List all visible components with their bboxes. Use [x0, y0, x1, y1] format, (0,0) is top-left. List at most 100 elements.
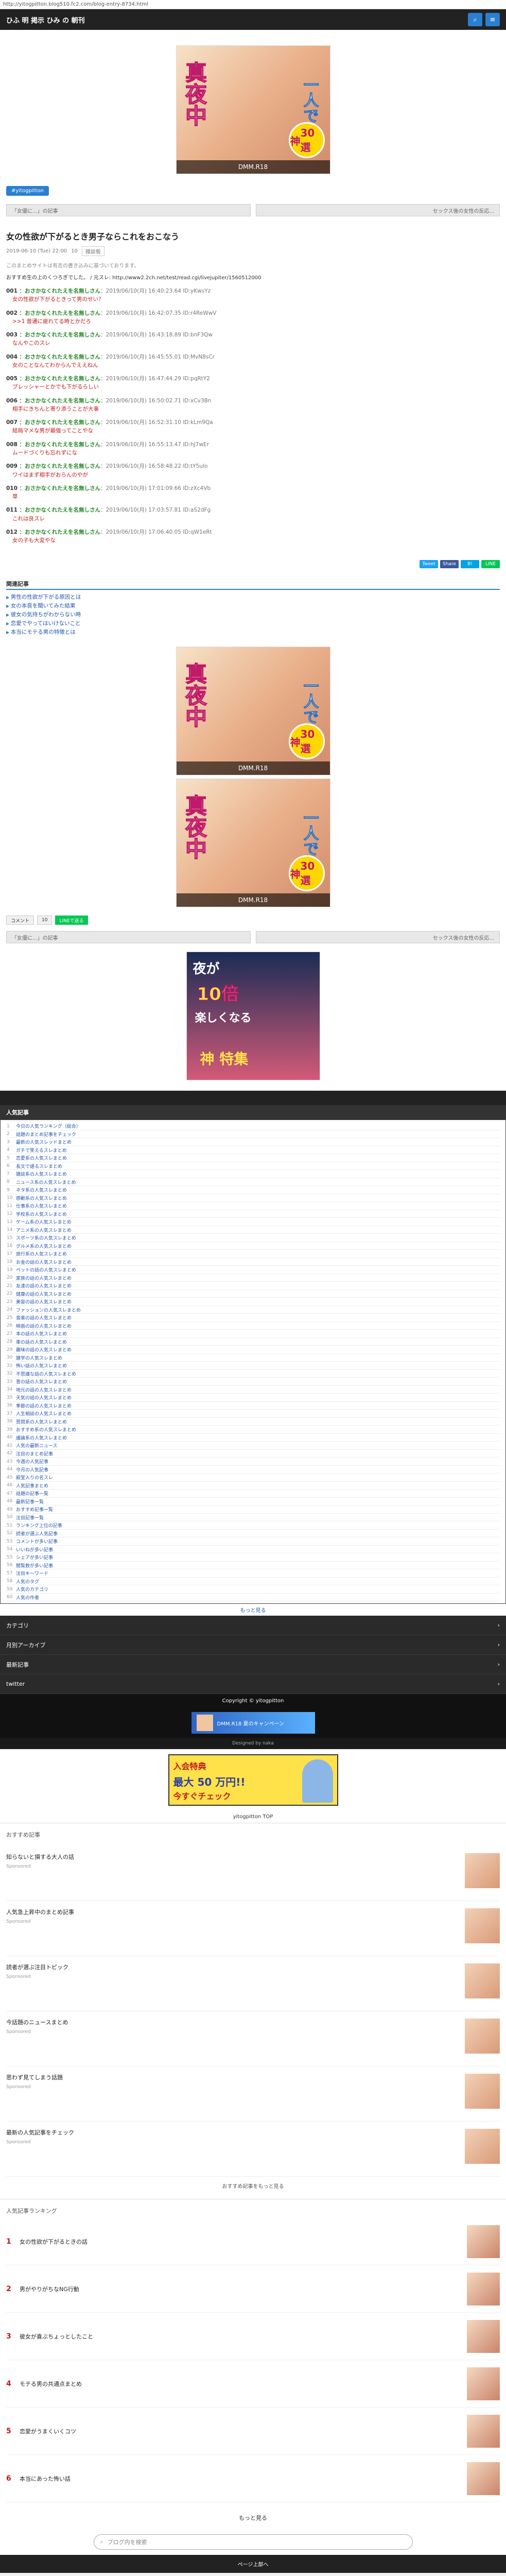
- related-link[interactable]: 女の本音を聞いてみた結果: [6, 602, 500, 611]
- popular-row[interactable]: 19 ペットの話の人気スレまとめ: [7, 1266, 499, 1274]
- popular-row[interactable]: 35 天気の話の人気スレまとめ: [7, 1394, 499, 1402]
- share-button[interactable]: B!: [461, 560, 479, 569]
- popular-row[interactable]: 22 健康の話の人気スレまとめ: [7, 1290, 499, 1298]
- popular-row[interactable]: 26 映画の話の人気スレまとめ: [7, 1322, 499, 1330]
- popular-row[interactable]: 54 いいねが多い記事: [7, 1546, 499, 1554]
- popular-row[interactable]: 10 感動系の人気スレまとめ: [7, 1194, 499, 1202]
- popular-row[interactable]: 38 質問系の人気スレまとめ: [7, 1418, 499, 1426]
- popular-row[interactable]: 1 今日の人気ランキング（総合）: [7, 1122, 499, 1130]
- share-button[interactable]: Share: [440, 560, 459, 569]
- popular-row[interactable]: 32 不思議な話の人気スレまとめ: [7, 1370, 499, 1378]
- popular-row[interactable]: 5 恋愛系の人気スレまとめ: [7, 1154, 499, 1162]
- ranking-item[interactable]: 2 男がやりがちなNG行動: [6, 2265, 500, 2313]
- side-menu-item[interactable]: 最新記事 ›: [0, 1655, 506, 1675]
- popular-row[interactable]: 53 コメントが多い記事: [7, 1537, 499, 1546]
- comment-button[interactable]: コメント: [6, 916, 34, 925]
- ranking-item[interactable]: 3 彼女が喜ぶちょっとしたこと: [6, 2313, 500, 2361]
- search-icon[interactable]: ⌕: [468, 13, 482, 26]
- recommend-item[interactable]: 今話題のニュースまとめ Sponsored: [6, 2011, 500, 2067]
- more-button[interactable]: もっと見る: [0, 2506, 506, 2530]
- popular-row[interactable]: 24 ファッションの人気スレまとめ: [7, 1306, 499, 1314]
- browser-url[interactable]: http://yitogpitton.blog510.fc2.com/blog-…: [0, 0, 506, 9]
- popular-row[interactable]: 20 家族の話の人気スレまとめ: [7, 1274, 499, 1282]
- popular-row[interactable]: 4 ガチで笑えるスレまとめ: [7, 1146, 499, 1155]
- popular-row[interactable]: 43 今週の人気記事: [7, 1458, 499, 1466]
- popular-row[interactable]: 45 殿堂入りの名スレ: [7, 1473, 499, 1482]
- popular-row[interactable]: 48 最新記事一覧: [7, 1498, 499, 1506]
- next-article-link-2[interactable]: セックス後の女性の反応...: [255, 931, 500, 944]
- popular-row[interactable]: 21 友達の話の人気スレまとめ: [7, 1282, 499, 1290]
- site-name[interactable]: ひふ 明 掲示 ひみ の 朝刊: [6, 15, 85, 25]
- search-input[interactable]: ⌕ ブログ内を検索: [93, 2534, 413, 2550]
- popular-row[interactable]: 39 おすすめ系の人気スレまとめ: [7, 1426, 499, 1434]
- popular-row[interactable]: 14 アニメ系の人気スレまとめ: [7, 1226, 499, 1234]
- popular-row[interactable]: 2 話題のまとめ記事をチェック: [7, 1130, 499, 1139]
- popular-row[interactable]: 6 長文で語るスレまとめ: [7, 1162, 499, 1171]
- popular-more-link[interactable]: もっと見る: [0, 1604, 506, 1616]
- popular-row[interactable]: 8 ニュース系の人気スレまとめ: [7, 1178, 499, 1187]
- popular-row[interactable]: 40 議論系の人気スレまとめ: [7, 1434, 499, 1442]
- popular-row[interactable]: 59 人気のカテゴリ: [7, 1585, 499, 1594]
- popular-row[interactable]: 52 読者が選ぶ人気記事: [7, 1530, 499, 1538]
- popular-row[interactable]: 9 ネタ系の人気スレまとめ: [7, 1186, 499, 1194]
- popular-row[interactable]: 37 人生相談の人気スレまとめ: [7, 1410, 499, 1418]
- ad-poster-2[interactable]: 真夜中 一人で 神 30選 DMM.R18: [176, 647, 330, 776]
- popular-row[interactable]: 12 学校系の人気スレまとめ: [7, 1210, 499, 1218]
- popular-row[interactable]: 51 ランキング上位の記事: [7, 1521, 499, 1530]
- next-article-link[interactable]: セックス後の女性の反応...: [255, 204, 500, 216]
- recommend-more[interactable]: おすすめ記事をもっと見る: [6, 2177, 500, 2195]
- popular-row[interactable]: 17 旅行系の人気スレまとめ: [7, 1250, 499, 1258]
- popular-row[interactable]: 44 今月の人気記事: [7, 1466, 499, 1474]
- popular-row[interactable]: 31 怖い話の人気スレまとめ: [7, 1362, 499, 1370]
- ad-poster-3[interactable]: 真夜中 一人で 神 30選 DMM.R18: [176, 778, 330, 908]
- popular-row[interactable]: 42 注目のまとめ記事: [7, 1450, 499, 1458]
- side-menu-item[interactable]: カテゴリ ›: [0, 1616, 506, 1636]
- recommend-item[interactable]: 人気急上昇中のまとめ記事 Sponsored: [6, 1901, 500, 1957]
- related-link[interactable]: 恋愛でやってはいけないこと: [6, 619, 500, 628]
- comment-count[interactable]: 10: [71, 248, 78, 254]
- popular-row[interactable]: 50 注目記事一覧: [7, 1514, 499, 1522]
- popular-row[interactable]: 55 シェアが多い記事: [7, 1553, 499, 1562]
- popular-row[interactable]: 58 人気のタグ: [7, 1578, 499, 1586]
- ad-poster-special[interactable]: 夜が 10倍 楽しくなる 神 特集: [186, 952, 320, 1081]
- prev-article-link-2[interactable]: 「女優に...」の記事: [6, 931, 251, 944]
- top-link[interactable]: yitogpitton TOP: [0, 1811, 506, 1823]
- popular-row[interactable]: 46 人気記事まとめ: [7, 1482, 499, 1490]
- popular-row[interactable]: 16 グルメ系の人気スレまとめ: [7, 1242, 499, 1250]
- recommend-item[interactable]: 知らないと損する大人の話 Sponsored: [6, 1846, 500, 1902]
- popular-row[interactable]: 7 雑談系の人気スレまとめ: [7, 1170, 499, 1178]
- menu-icon[interactable]: ≡: [485, 13, 500, 26]
- ad-poster[interactable]: 真夜中 一人で 神 30選 DMM.R18: [176, 45, 330, 174]
- popular-row[interactable]: 41 人気の最新ニュース: [7, 1442, 499, 1450]
- related-link[interactable]: 男性の性欲が下がる原因とは: [6, 593, 500, 602]
- line-share-button[interactable]: LINEで送る: [55, 916, 88, 925]
- tag-chip[interactable]: #yitogpitton: [6, 185, 49, 196]
- recommend-item[interactable]: 最新の人気記事をチェック Sponsored: [6, 2122, 500, 2177]
- popular-row[interactable]: 49 おすすめ記事一覧: [7, 1505, 499, 1514]
- popular-row[interactable]: 18 お金の話の人気スレまとめ: [7, 1258, 499, 1266]
- popular-row[interactable]: 23 美容の話の人気スレまとめ: [7, 1298, 499, 1306]
- popular-row[interactable]: 25 音楽の話の人気スレまとめ: [7, 1314, 499, 1322]
- popular-row[interactable]: 29 趣味の話の人気スレまとめ: [7, 1346, 499, 1354]
- popular-row[interactable]: 47 話題の記事一覧: [7, 1489, 499, 1498]
- popular-row[interactable]: 56 閲覧数が多い記事: [7, 1562, 499, 1570]
- popular-row[interactable]: 11 仕事系の人気スレまとめ: [7, 1202, 499, 1210]
- ranking-item[interactable]: 4 モテる男の共通点まとめ: [6, 2360, 500, 2408]
- popular-row[interactable]: 28 車の話の人気スレまとめ: [7, 1338, 499, 1346]
- share-button[interactable]: Tweet: [420, 560, 438, 569]
- popular-row[interactable]: 34 地元の話の人気スレまとめ: [7, 1386, 499, 1394]
- side-menu-item[interactable]: twitter ›: [0, 1674, 506, 1694]
- popular-row[interactable]: 3 最新の人気スレッドまとめ: [7, 1138, 499, 1146]
- popular-row[interactable]: 33 昔の話の人気スレまとめ: [7, 1378, 499, 1386]
- popular-row[interactable]: 57 注目キーワード: [7, 1569, 499, 1578]
- share-button[interactable]: LINE: [481, 560, 500, 569]
- yellow-ad[interactable]: 入会特典 最大 50 万円!! 今すぐチェック: [168, 1754, 338, 1806]
- side-menu-item[interactable]: 月別アーカイブ ›: [0, 1635, 506, 1655]
- popular-row[interactable]: 27 本の話の人気スレまとめ: [7, 1330, 499, 1338]
- ranking-item[interactable]: 1 女の性欲が下がるときの話: [6, 2218, 500, 2266]
- ranking-item[interactable]: 5 恋愛がうまくいくコツ: [6, 2408, 500, 2455]
- popular-row[interactable]: 13 ゲーム系の人気スレまとめ: [7, 1218, 499, 1226]
- popular-row[interactable]: 15 スポーツ系の人気スレまとめ: [7, 1234, 499, 1242]
- category-badge[interactable]: 雑談板: [81, 246, 104, 256]
- related-link[interactable]: 彼女の気持ちがわからない時: [6, 611, 500, 619]
